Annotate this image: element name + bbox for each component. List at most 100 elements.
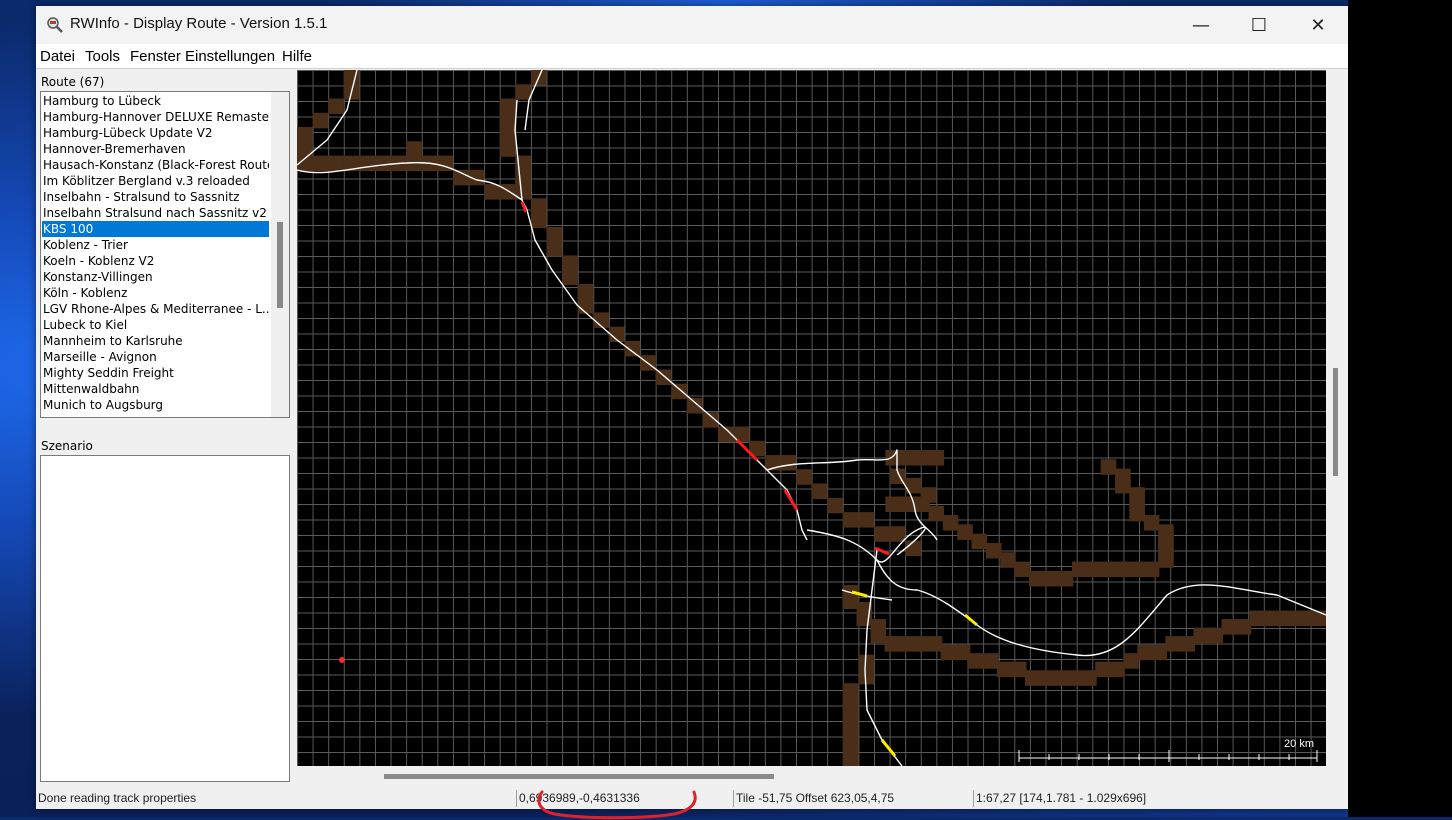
route-list-item[interactable]: Koblenz - Trier <box>42 237 269 253</box>
magnifier-app-icon <box>47 17 63 33</box>
route-list-item[interactable]: Inselbahn - Stralsund to Sassnitz <box>42 189 269 205</box>
route-tile <box>1039 670 1055 686</box>
route-tile <box>1249 610 1266 627</box>
menu-tools[interactable]: Tools <box>85 48 120 65</box>
route-tile <box>885 496 901 512</box>
route-tile <box>843 711 859 728</box>
menu-hilfe[interactable]: Hilfe <box>282 48 312 65</box>
route-list-scroll-thumb[interactable] <box>277 222 283 308</box>
route-tile <box>957 524 973 540</box>
route-tile <box>499 112 516 129</box>
route-tile <box>811 483 828 499</box>
track-main-line <box>297 161 808 541</box>
route-tile <box>1305 610 1322 627</box>
route-tile <box>780 455 797 471</box>
route-tile <box>1014 561 1031 578</box>
route-tile <box>546 226 563 243</box>
map-vertical-scrollbar[interactable] <box>1326 70 1346 766</box>
route-tile <box>996 661 1013 678</box>
route-tile <box>515 84 531 100</box>
route-list-scrollbar[interactable] <box>271 92 289 417</box>
maximize-button[interactable]: ☐ <box>1230 6 1288 44</box>
route-list-item[interactable]: Marseille - Avignon <box>42 349 269 365</box>
menu-fenster[interactable]: Fenster <box>130 48 181 65</box>
title-bar[interactable]: RWInfo - Display Route - Version 1.5.1 —… <box>36 6 1348 44</box>
route-tile <box>827 497 843 514</box>
highlight-yellow-3 <box>880 739 897 757</box>
red-annotation-mark <box>537 790 697 820</box>
minimize-button[interactable]: — <box>1172 6 1230 44</box>
route-tiles <box>297 70 1326 766</box>
map-horizontal-scrollbar[interactable] <box>297 766 1326 787</box>
route-list-item[interactable]: Köln - Koblenz <box>42 285 269 301</box>
route-tile <box>1010 661 1027 678</box>
route-tile <box>926 636 943 652</box>
route-tile <box>885 450 901 466</box>
menu-datei[interactable]: Datei <box>40 48 75 65</box>
route-tile <box>899 450 916 466</box>
route-tile <box>914 450 930 466</box>
route-tile <box>1263 610 1280 627</box>
route-list-item[interactable]: Lubeck to Kiel <box>42 317 269 333</box>
route-tile <box>1053 670 1069 686</box>
route-tile <box>328 155 344 172</box>
route-tile <box>499 98 516 114</box>
highlight-red-2 <box>783 489 799 511</box>
route-tile <box>671 383 687 400</box>
route-tile <box>484 184 500 200</box>
route-list-item[interactable]: LGV Rhone-Alpes & Mediterranee - L... <box>42 301 269 317</box>
route-tile <box>842 593 858 609</box>
scenario-list[interactable] <box>40 455 290 782</box>
route-list-item[interactable]: Hamburg to Lübeck <box>42 93 269 109</box>
route-tile <box>843 754 859 766</box>
route-list-item[interactable]: Hausach-Konstanz (Black-Forest Route) <box>42 157 269 173</box>
route-list-item[interactable]: Munich to Augsburg <box>42 397 269 413</box>
route-tile <box>982 653 999 669</box>
route-tile <box>499 184 516 200</box>
route-tile <box>1086 561 1102 578</box>
route-tile <box>1043 570 1059 587</box>
route-list-item[interactable]: Hannover-Bremerhaven <box>42 141 269 157</box>
route-tile <box>1151 644 1167 661</box>
close-icon: ✕ <box>1310 14 1326 36</box>
close-button[interactable]: ✕ <box>1289 6 1347 44</box>
route-tile <box>843 683 859 699</box>
route-tile <box>1072 561 1088 578</box>
route-tile <box>499 141 516 157</box>
route-map[interactable]: 20 km <box>297 70 1326 766</box>
route-tile <box>968 653 985 669</box>
route-list-item[interactable]: Hamburg-Hannover DELUXE Remaste... <box>42 109 269 125</box>
menu-einstellungen[interactable]: Einstellungen <box>185 48 275 65</box>
route-list[interactable]: Hamburg to Lübeck Hamburg-Hannover DELUXE… <box>40 91 290 418</box>
route-tile <box>843 512 859 528</box>
map-vertical-scroll-thumb[interactable] <box>1333 368 1338 476</box>
highlight-red-4 <box>520 201 528 213</box>
route-list-item[interactable]: Mighty Seddin Freight <box>42 365 269 381</box>
route-tile <box>312 155 329 172</box>
route-list-item[interactable]: Hamburg-Lübeck Update V2 <box>42 125 269 141</box>
route-tile <box>312 112 329 129</box>
status-zoom: 1:67,27 [174,1.781 - 1.029x696] <box>973 790 1146 807</box>
route-tile <box>874 526 890 542</box>
status-message: Done reading track properties <box>38 791 197 805</box>
route-list-item[interactable]: Inselbahn Stralsund nach Sassnitz v2 <box>42 205 269 221</box>
route-list-item[interactable]: KBS 100 <box>42 221 269 237</box>
route-list-item[interactable]: Konstanz-Villingen <box>42 269 269 285</box>
route-list-item[interactable]: Im Köblitzer Bergland v.3 reloaded <box>42 173 269 189</box>
track-lines <box>297 70 1326 766</box>
route-label: Route (67) <box>41 75 105 89</box>
app-window: RWInfo - Display Route - Version 1.5.1 —… <box>36 6 1348 820</box>
route-list-item[interactable]: Mannheim to Karlsruhe <box>42 333 269 349</box>
route-tile <box>577 298 594 314</box>
route-list-item[interactable]: Koeln - Koblenz V2 <box>42 253 269 269</box>
route-list-item[interactable]: Mittenwaldbahn <box>42 381 269 397</box>
route-tile <box>1165 636 1181 652</box>
route-tile <box>843 726 859 742</box>
route-tile <box>870 627 887 644</box>
route-tile <box>1067 670 1083 686</box>
highlight-yellow-2 <box>964 613 978 627</box>
route-tile <box>499 127 516 143</box>
map-horizontal-scroll-thumb[interactable] <box>384 774 774 779</box>
route-tile <box>1115 477 1131 494</box>
route-tile <box>1129 561 1145 578</box>
